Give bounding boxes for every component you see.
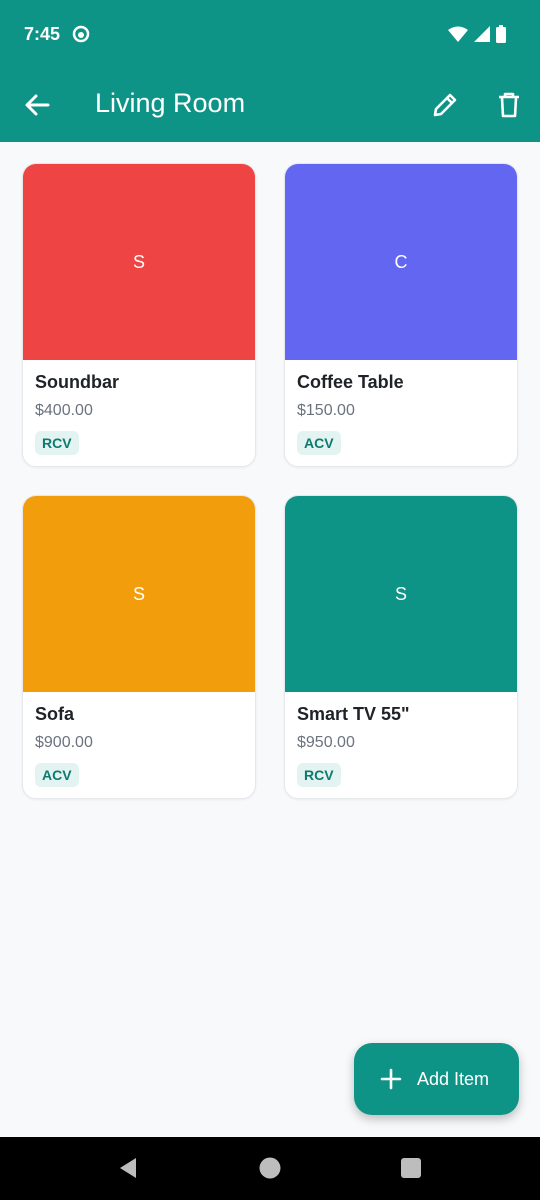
page-title: Living Room (95, 88, 246, 118)
status-icons (448, 25, 506, 48)
item-card[interactable]: S Soundbar $400.00 RCV (22, 163, 256, 467)
add-item-label: Add Item (417, 1068, 490, 1089)
nav-back-icon[interactable] (117, 1157, 139, 1179)
system-nav-bar (0, 1137, 540, 1200)
item-card-body: Soundbar $400.00 RCV (23, 360, 255, 455)
status-bar: 7:45 (0, 0, 540, 70)
item-name: Smart TV 55" (297, 704, 410, 724)
add-item-button[interactable]: Add Item (354, 1043, 519, 1115)
item-card[interactable]: C Coffee Table $150.00 ACV (284, 163, 518, 467)
item-thumbnail: C (285, 164, 517, 360)
valuation-badge: RCV (297, 763, 341, 787)
nav-home-icon[interactable] (259, 1157, 281, 1179)
item-thumbnail: S (23, 164, 255, 360)
item-name: Sofa (35, 704, 75, 724)
status-time: 7:45 (24, 24, 61, 44)
valuation-badge: ACV (297, 431, 341, 455)
item-initial: S (394, 583, 407, 604)
valuation-badge: ACV (35, 763, 79, 787)
item-price: $900.00 (35, 734, 93, 751)
item-initial: S (132, 251, 145, 272)
item-price: $150.00 (297, 402, 355, 419)
signal-icon (474, 26, 490, 47)
valuation-badge: RCV (35, 431, 79, 455)
plus-icon (380, 1068, 402, 1090)
item-card[interactable]: S Smart TV 55" $950.00 RCV (284, 495, 518, 799)
item-card-body: Coffee Table $150.00 ACV (285, 360, 517, 455)
item-price: $400.00 (35, 402, 93, 419)
item-thumbnail: S (23, 496, 255, 692)
app-bar: Living Room (0, 70, 540, 142)
battery-icon (496, 25, 506, 48)
trash-icon[interactable] (494, 90, 524, 120)
edit-pencil-icon[interactable] (430, 90, 460, 120)
item-card[interactable]: S Sofa $900.00 ACV (22, 495, 256, 799)
item-card-body: Sofa $900.00 ACV (23, 692, 255, 787)
item-price: $950.00 (297, 734, 355, 751)
app-notification-icon (72, 25, 90, 43)
item-grid: S Soundbar $400.00 RCV C Coffee Table $1… (22, 163, 518, 799)
item-card-body: Smart TV 55" $950.00 RCV (285, 692, 517, 787)
back-arrow-icon[interactable] (22, 90, 52, 120)
item-name: Soundbar (35, 372, 119, 392)
wifi-icon (448, 26, 468, 47)
nav-recents-icon[interactable] (400, 1157, 422, 1179)
item-thumbnail: S (285, 496, 517, 692)
item-initial: C (394, 251, 408, 272)
item-name: Coffee Table (297, 372, 404, 392)
item-initial: S (132, 583, 145, 604)
